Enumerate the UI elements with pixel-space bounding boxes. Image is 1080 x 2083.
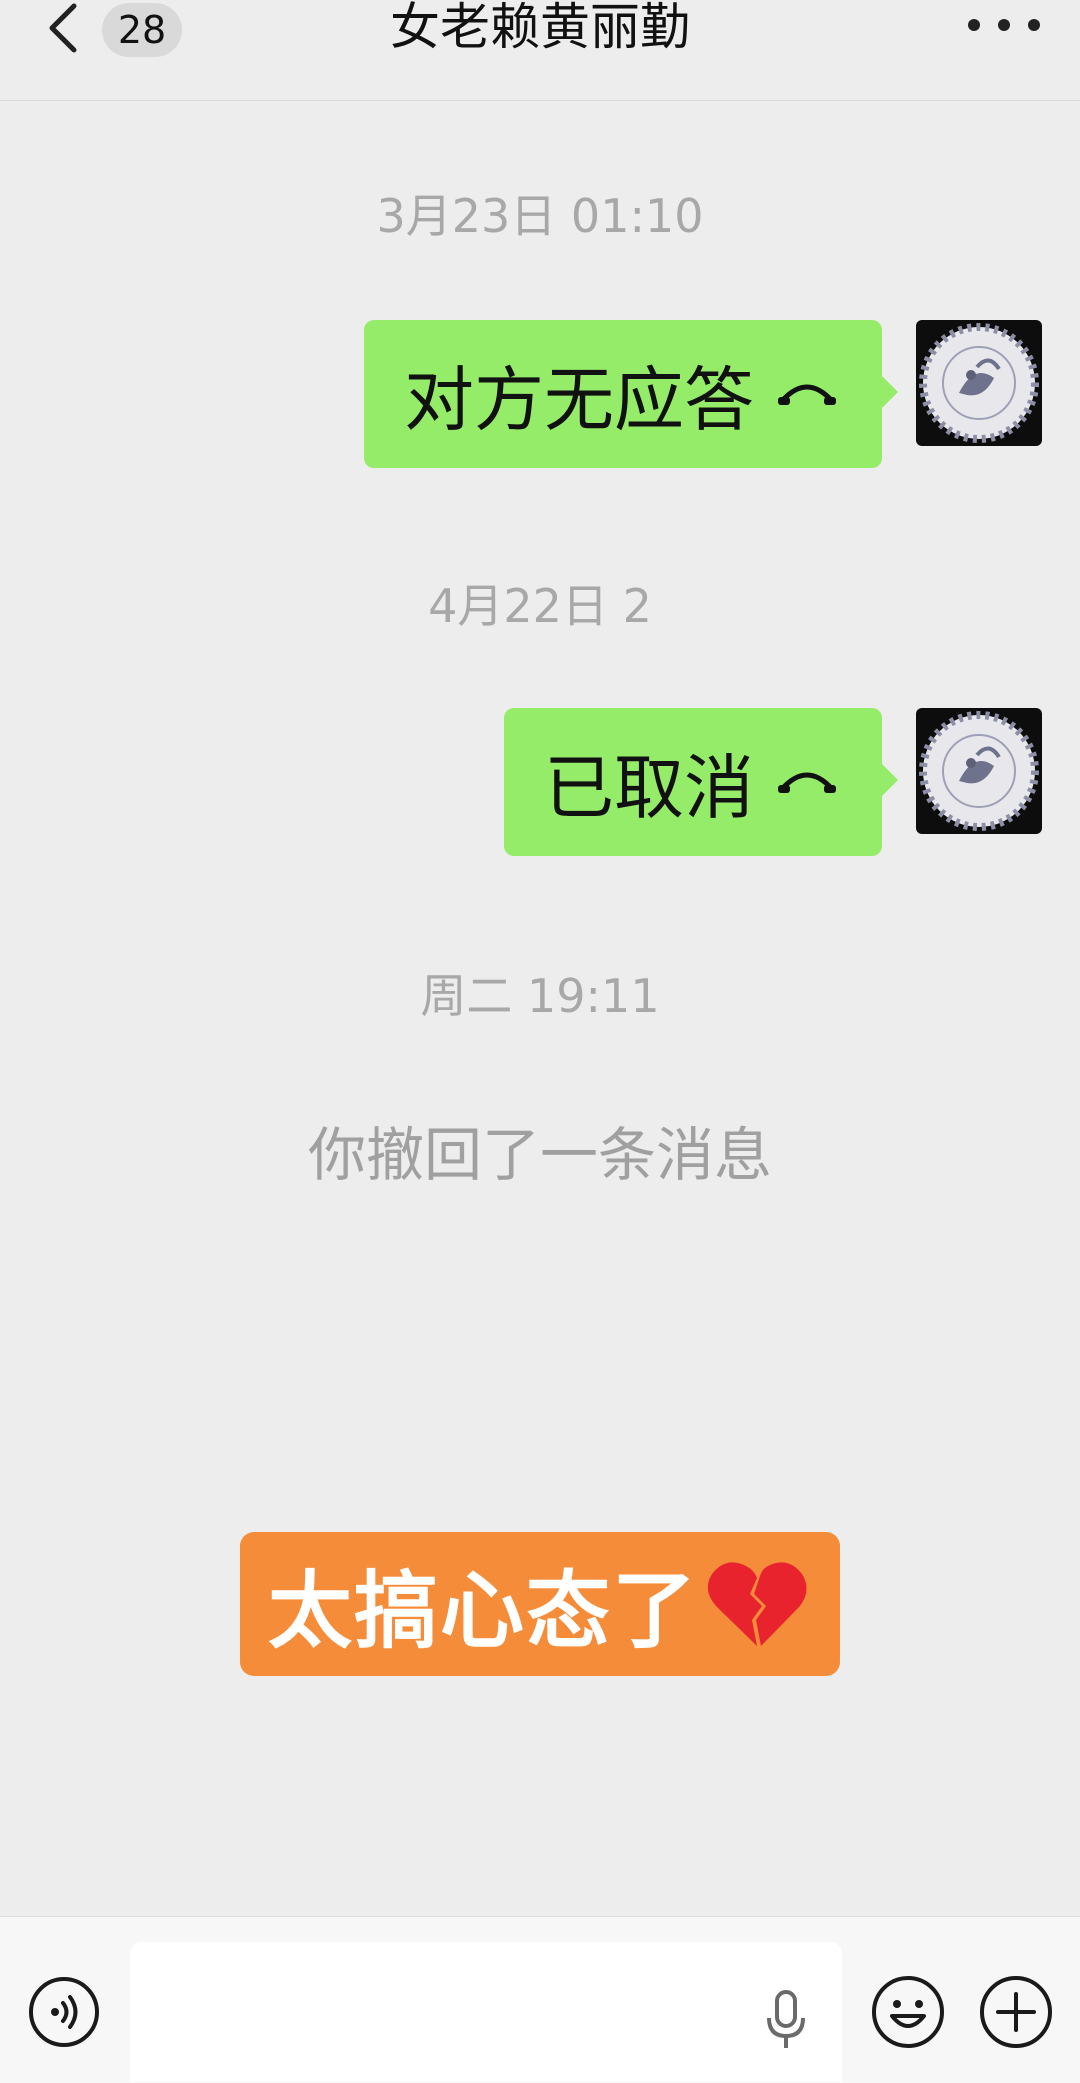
chat-title: 女老赖黄丽勤 — [390, 0, 690, 56]
broken-heart-icon — [707, 1562, 807, 1646]
caption-sticker: 太搞心态了 — [240, 1532, 840, 1676]
message-row: 已取消 — [504, 708, 1042, 856]
phone-hangup-icon — [778, 384, 836, 405]
message-input[interactable] — [130, 1942, 842, 2082]
plus-icon[interactable] — [978, 1974, 1054, 2050]
caption-text: 太搞心态了 — [267, 1561, 698, 1660]
message-row: 对方无应答 — [364, 320, 1042, 468]
porcelain-plate-avatar — [919, 323, 1039, 443]
message-timestamp: 周二 19:11 — [420, 969, 660, 1023]
emoji-icon[interactable] — [870, 1974, 946, 2050]
avatar[interactable] — [916, 320, 1042, 446]
more-dots-icon[interactable] — [968, 0, 1040, 50]
call-status-bubble[interactable]: 已取消 — [504, 708, 898, 856]
message-timestamp: 4月22日 2 — [428, 579, 652, 633]
phone-hangup-icon — [778, 772, 836, 793]
recalled-message-notice: 你撤回了一条消息 — [307, 1121, 772, 1189]
chat-header: 28 女老赖黄丽勤 — [0, 0, 1080, 101]
call-status-bubble[interactable]: 对方无应答 — [364, 320, 898, 468]
avatar[interactable] — [916, 708, 1042, 834]
microphone-icon[interactable] — [762, 1988, 810, 2052]
call-status-text: 已取消 — [544, 746, 754, 829]
porcelain-plate-avatar — [919, 711, 1039, 831]
voice-icon[interactable] — [27, 1975, 101, 2049]
call-status-text: 对方无应答 — [404, 358, 754, 441]
message-timestamp: 3月23日 01:10 — [376, 189, 704, 243]
